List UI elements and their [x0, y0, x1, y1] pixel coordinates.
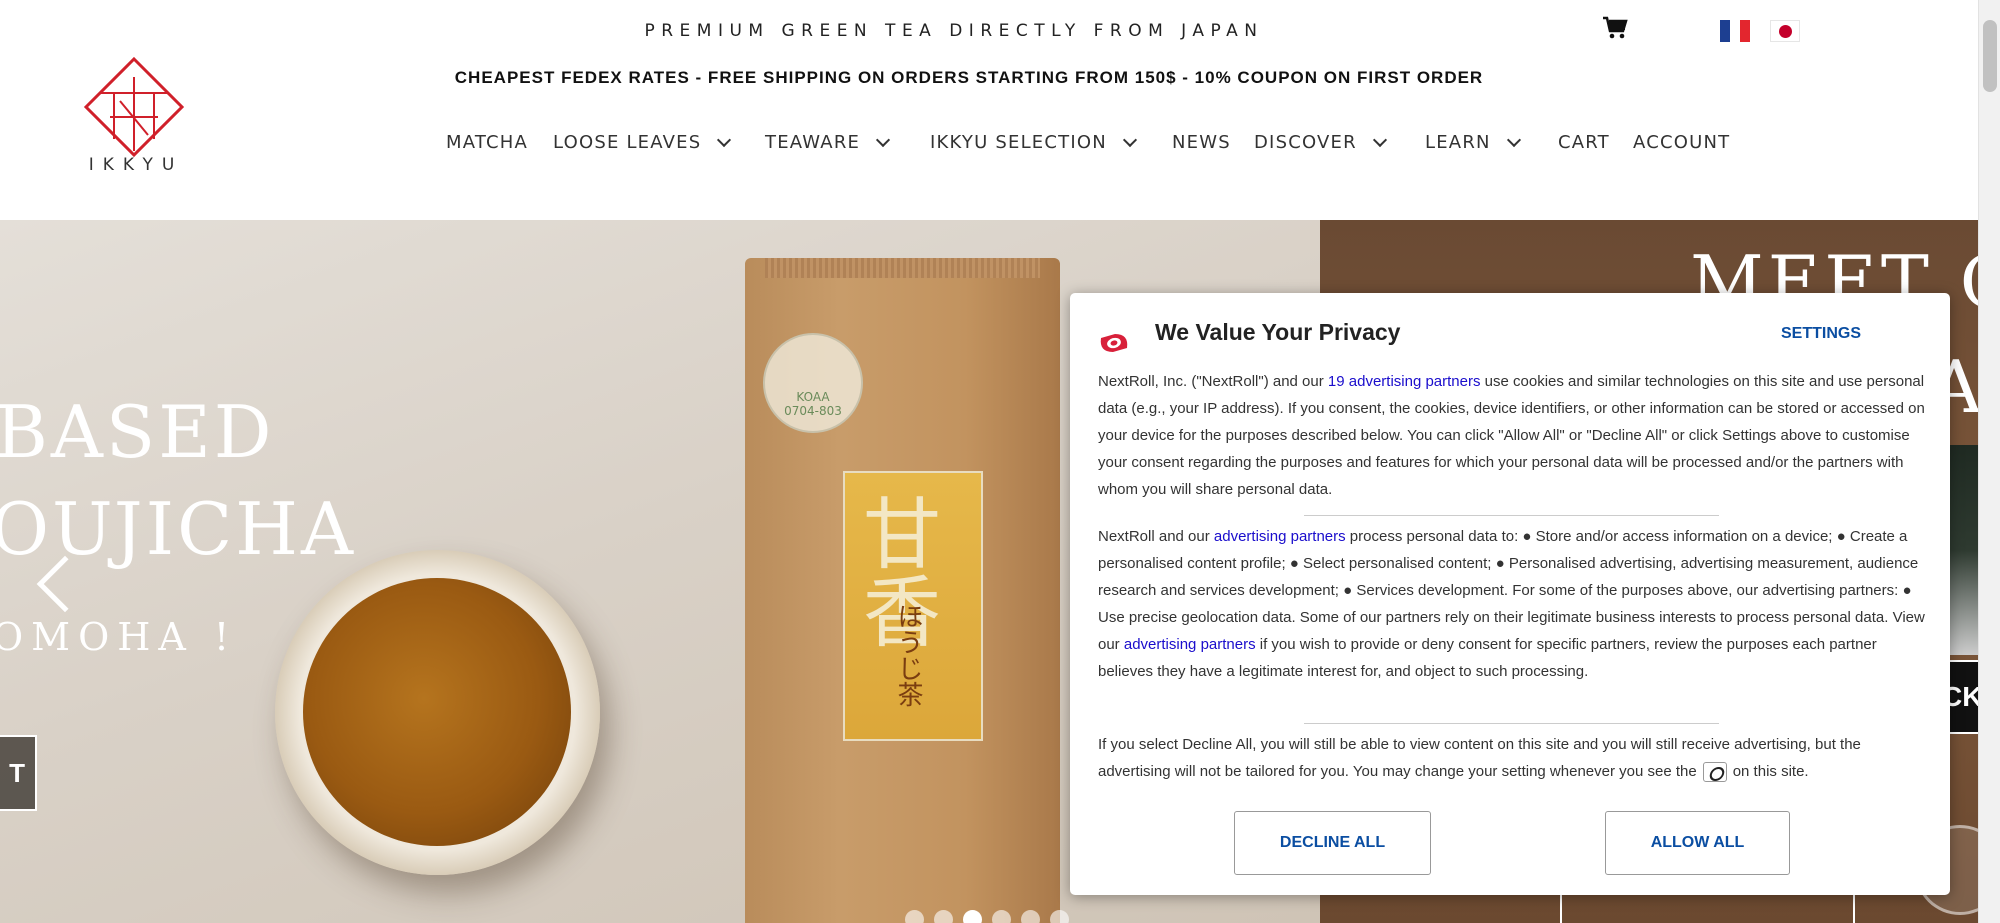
- flag-japan-icon[interactable]: [1770, 20, 1800, 42]
- nav-cart[interactable]: CART: [1558, 132, 1610, 153]
- privacy-settings-icon: [1702, 762, 1727, 783]
- advertising-partners-count-link[interactable]: 19 advertising partners: [1328, 373, 1481, 390]
- divider: [1304, 515, 1719, 516]
- hero-right-photo: [1948, 445, 1978, 655]
- flag-france-icon[interactable]: [1720, 20, 1750, 42]
- allow-all-button[interactable]: ALLOW ALL: [1605, 811, 1790, 875]
- modal-title: We Value Your Privacy: [1155, 319, 1401, 345]
- chevron-down-icon: [1372, 132, 1387, 148]
- promo-text: CHEAPEST FEDEX RATES - FREE SHIPPING ON …: [454, 68, 1484, 87]
- p3-text: on this site.: [1732, 763, 1809, 780]
- nav-account[interactable]: ACCOUNT: [1633, 132, 1730, 153]
- tea-cup-liquid: [303, 578, 571, 846]
- tagline: PREMIUM GREEN TEA DIRECTLY FROM JAPAN: [0, 21, 1978, 41]
- chevron-down-icon: [876, 132, 891, 148]
- chevron-down-icon: [1506, 132, 1521, 148]
- package-label: 甘香 ほうじ茶: [843, 471, 983, 741]
- site-header: PREMIUM GREEN TEA DIRECTLY FROM JAPAN CH…: [0, 0, 1978, 220]
- slider-dot-active[interactable]: [963, 910, 982, 923]
- scrollbar-thumb[interactable]: [1983, 20, 1997, 92]
- hero-heading-line2: OUJICHA: [0, 487, 356, 571]
- p1-text: use cookies and similar technologies on …: [1098, 373, 1925, 498]
- advertising-partners-link[interactable]: advertising partners: [1214, 528, 1346, 545]
- nav-label: TEAWARE: [765, 132, 861, 153]
- package-seal: [765, 258, 1040, 278]
- nav-label: MATCHA: [446, 132, 529, 153]
- nav-label: CART: [1558, 132, 1610, 153]
- tea-package-image: KOAA 0704-803 甘香 ほうじ茶: [745, 258, 1060, 923]
- settings-button[interactable]: SETTINGS: [1781, 325, 1861, 343]
- chevron-down-icon: [1122, 132, 1137, 148]
- tea-cup-image: [275, 550, 600, 875]
- tagline-text: PREMIUM GREEN TEA DIRECTLY FROM JAPAN: [644, 21, 1264, 41]
- nav-label: NEWS: [1172, 132, 1231, 153]
- nextroll-logo-icon: [1100, 334, 1128, 352]
- nav-label: LEARN: [1425, 132, 1491, 153]
- nav-teaware[interactable]: TEAWARE: [765, 132, 891, 153]
- consent-paragraph-2: NextRoll and our advertising partners pr…: [1098, 523, 1928, 685]
- slider-dots: [905, 910, 1069, 923]
- p2-text: process personal data to: ● Store and/or…: [1098, 528, 1925, 653]
- hero-cta-button[interactable]: T: [0, 735, 37, 811]
- jas-label: KOAA 0704-803: [784, 390, 842, 418]
- nav-news[interactable]: NEWS: [1172, 132, 1231, 153]
- consent-paragraph-3: If you select Decline All, you will stil…: [1098, 731, 1928, 785]
- nav-label: ACCOUNT: [1633, 132, 1731, 153]
- main-nav: MATCHA LOOSE LEAVES TEAWARE IKKYU SELECT…: [0, 132, 1978, 156]
- package-subtitle: ほうじ茶: [893, 603, 923, 707]
- nav-learn[interactable]: LEARN: [1425, 132, 1521, 153]
- divider: [1304, 723, 1719, 724]
- decline-all-button[interactable]: DECLINE ALL: [1234, 811, 1431, 875]
- page-scrollbar[interactable]: [1978, 0, 2000, 923]
- nav-matcha[interactable]: MATCHA: [446, 132, 528, 153]
- logo-wordmark: IKKYU: [88, 155, 184, 175]
- nav-loose-leaves[interactable]: LOOSE LEAVES: [553, 132, 732, 153]
- p2-text: NextRoll and our: [1098, 528, 1214, 545]
- nav-ikkyu-selection[interactable]: IKKYU SELECTION: [930, 132, 1137, 153]
- page: PREMIUM GREEN TEA DIRECTLY FROM JAPAN CH…: [0, 0, 2000, 923]
- consent-paragraph-1: NextRoll, Inc. ("NextRoll") and our 19 a…: [1098, 368, 1928, 503]
- p1-text: NextRoll, Inc. ("NextRoll") and our: [1098, 373, 1328, 390]
- chevron-down-icon: [717, 132, 732, 148]
- privacy-consent-modal: We Value Your Privacy SETTINGS NextRoll,…: [1070, 293, 1950, 895]
- nav-label: IKKYU SELECTION: [930, 132, 1107, 153]
- nav-discover[interactable]: DISCOVER: [1254, 132, 1387, 153]
- slider-dot[interactable]: [1021, 910, 1040, 923]
- hero-subheading: OMOHA !: [0, 615, 238, 659]
- slider-dot[interactable]: [1050, 910, 1069, 923]
- slider-dot[interactable]: [905, 910, 924, 923]
- jas-organic-badge: KOAA 0704-803: [763, 333, 863, 433]
- hero-heading-line1: BASED: [0, 390, 275, 474]
- advertising-partners-link[interactable]: advertising partners: [1124, 636, 1256, 653]
- nav-label: DISCOVER: [1254, 132, 1357, 153]
- slider-dot[interactable]: [992, 910, 1011, 923]
- nav-label: LOOSE LEAVES: [553, 132, 702, 153]
- slider-dot[interactable]: [934, 910, 953, 923]
- promo-banner: CHEAPEST FEDEX RATES - FREE SHIPPING ON …: [0, 68, 1978, 88]
- cart-icon[interactable]: [1602, 16, 1628, 40]
